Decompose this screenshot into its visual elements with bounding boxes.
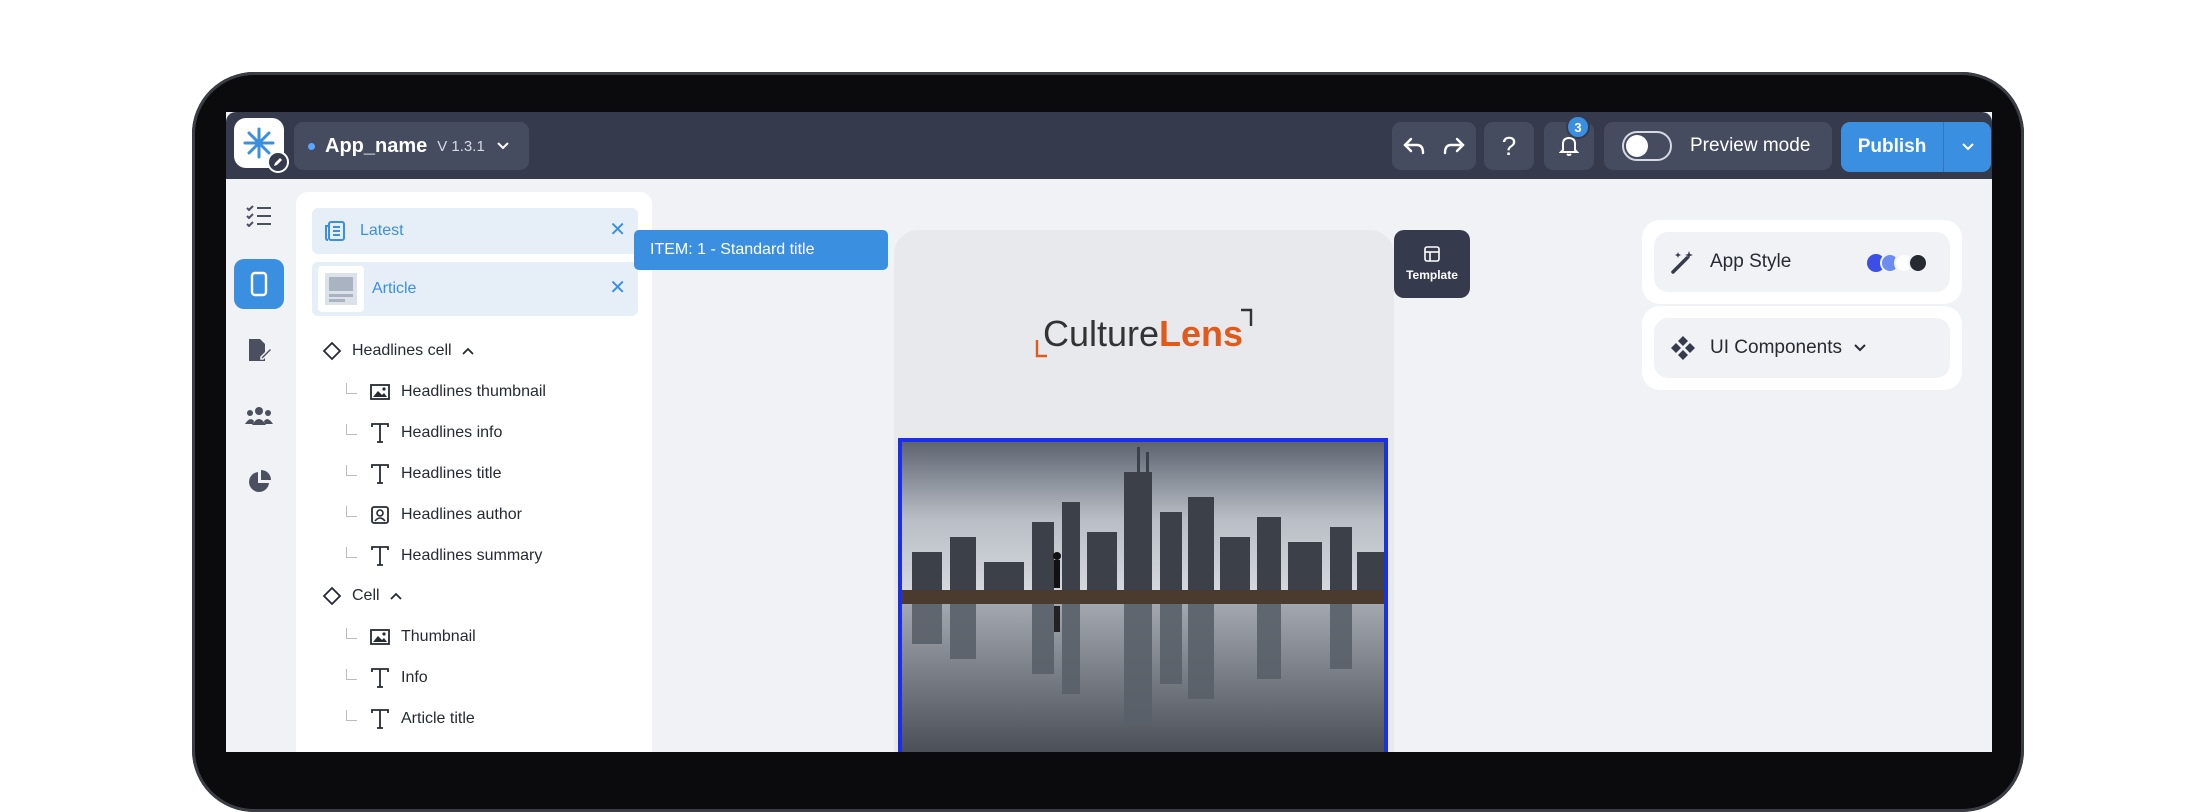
diamond-icon [322,341,342,361]
notifications-button[interactable]: 3 [1544,115,1594,170]
tree-item[interactable]: Headlines thumbnail [296,372,652,412]
undo-redo-group [1392,122,1476,170]
tree-item-label: Headlines info [401,424,503,441]
tree-item[interactable]: Headlines summary [296,536,652,576]
document-edit-icon [249,339,272,361]
text-icon [369,545,391,567]
tree-item-label: Thumbnail [401,628,476,645]
rail-item-checklist[interactable] [234,191,284,241]
tree-item[interactable]: Article title [296,699,652,739]
tree-item[interactable]: Info [296,658,652,698]
app-name-selector[interactable]: App_name V 1.3.1 [294,122,529,170]
tree-item[interactable]: Headlines info [296,413,652,453]
magic-wand-icon [1671,251,1693,274]
status-dot [308,142,315,150]
components-icon [1671,336,1695,360]
app-style-button[interactable]: App Style [1654,232,1950,292]
tree-item-label: Headlines author [401,506,522,523]
users-icon [245,407,273,425]
text-icon [369,708,391,730]
selected-item-label: ITEM: 1 - Standard title [634,230,888,270]
tree-item-label: Article title [401,710,475,727]
chevron-down-icon [497,142,509,150]
app-style-label: App Style [1710,251,1792,272]
tree-item-label: Headlines thumbnail [401,383,546,400]
image-icon [369,381,391,403]
tree-group-label: Cell [352,587,380,604]
chevron-down-icon [1854,344,1866,352]
template-label: Template [1406,268,1458,282]
article-thumbnail-icon [318,266,364,312]
app-screen: App_name V 1.3.1 ? 3 Preview mode Publis… [226,112,1992,752]
help-button[interactable]: ? [1484,122,1534,170]
publish-button-group: Publish [1841,122,1991,172]
rail-item-content[interactable] [234,325,284,375]
app-style-card: App Style [1642,220,1962,304]
tab-latest[interactable]: Latest ✕ [312,208,638,254]
app-name: App_name [325,134,428,157]
preview-mode-label: Preview mode [1690,135,1811,156]
tree-group-label: Headlines cell [352,342,452,359]
tree-item-label: Headlines summary [401,547,543,564]
hero-image[interactable] [898,438,1388,752]
tab-article[interactable]: Article ✕ [312,262,638,316]
tab-article-label: Article [372,280,417,297]
pie-chart-icon [249,470,271,492]
color-swatches [1866,253,1928,273]
publish-button[interactable]: Publish [1841,136,1943,158]
culturelens-logo: CultureLens [894,308,1394,358]
tree-item-label: Headlines title [401,465,502,482]
ui-components-button[interactable]: UI Components [1654,318,1950,378]
news-icon [325,221,345,241]
app-version: V 1.3.1 [437,137,485,155]
rail-item-screens[interactable] [234,259,284,309]
tab-latest-label: Latest [360,222,404,239]
tree-item[interactable]: Thumbnail [296,617,652,657]
chevron-up-icon [461,347,474,355]
checklist-icon [246,205,271,227]
text-icon [369,463,391,485]
template-icon [1424,246,1440,262]
author-icon [369,504,391,526]
publish-options-button[interactable] [1944,143,1991,151]
mobile-icon [250,271,268,297]
rail-item-users[interactable] [234,391,284,441]
ui-components-card: UI Components [1642,306,1962,390]
tree-group-cell[interactable]: Cell [296,576,652,616]
template-button[interactable]: Template [1394,230,1470,298]
chevron-down-icon [1961,143,1974,151]
redo-icon[interactable] [1443,137,1465,155]
diamond-icon [322,586,342,606]
close-icon[interactable]: ✕ [609,220,626,240]
ui-components-label: UI Components [1710,337,1843,358]
top-bar: App_name V 1.3.1 ? 3 Preview mode Publis… [226,112,1992,179]
left-rail [226,179,291,752]
tree-item[interactable]: Headlines author [296,495,652,535]
undo-icon[interactable] [1403,137,1425,155]
chevron-up-icon [389,592,402,600]
tree-item[interactable]: Headlines title [296,454,652,494]
text-icon [369,422,391,444]
tree-item-label: Info [401,669,428,686]
preview-mode-toggle[interactable] [1622,131,1672,161]
notification-badge: 3 [1566,115,1590,139]
edit-pencil-icon[interactable] [267,151,289,173]
close-icon[interactable]: ✕ [609,278,626,298]
layers-panel: Latest ✕ Article ✕ Headlines cell Headli… [296,192,652,752]
help-icon: ? [1501,130,1517,161]
rail-item-analytics[interactable] [234,457,284,507]
preview-mode-control: Preview mode [1604,122,1832,170]
app-logo[interactable] [234,118,289,173]
text-icon [369,667,391,689]
tree-group-headlines-cell[interactable]: Headlines cell [296,331,652,371]
image-icon [369,626,391,648]
